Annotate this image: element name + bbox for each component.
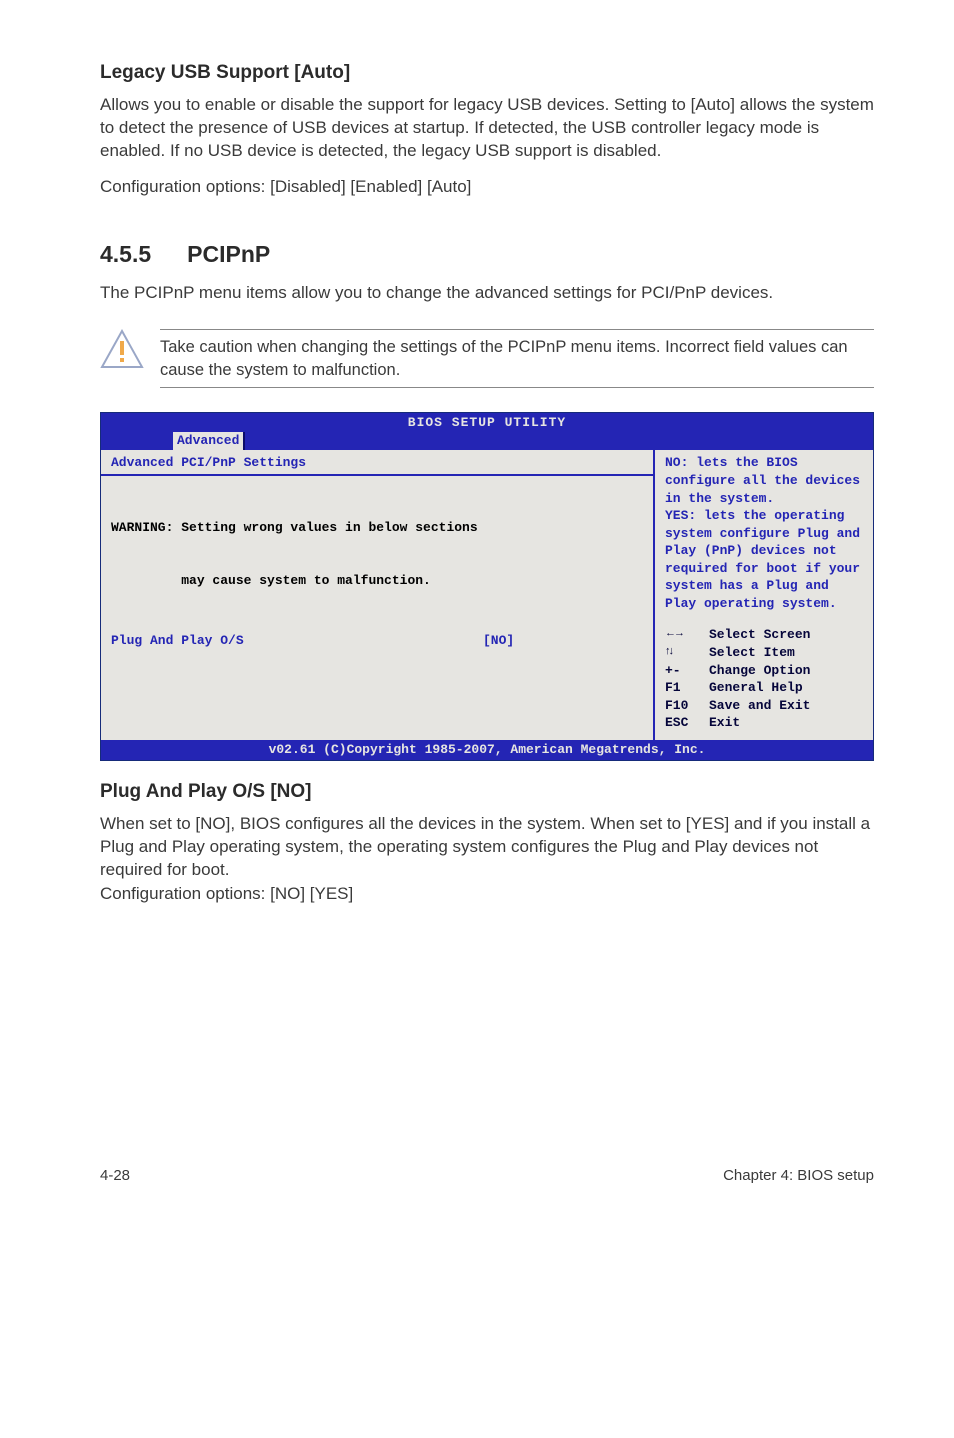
key-esc: ESC xyxy=(665,714,709,732)
section-header: 4.5.5 PCIPnP xyxy=(100,239,874,270)
bios-title: BIOS SETUP UTILITY xyxy=(101,413,873,433)
cfg-pnp-os: Configuration options: [NO] [YES] xyxy=(100,883,874,906)
key-f1: F1 xyxy=(665,679,709,697)
section-number: 4.5.5 xyxy=(100,239,151,270)
page-footer: 4-28 Chapter 4: BIOS setup xyxy=(100,1166,874,1186)
bios-key-legend: ←→Select Screen ↑↓Select Item +-Change O… xyxy=(665,626,865,731)
key-desc-change-option: Change Option xyxy=(709,662,810,680)
bios-panel-title: Advanced PCI/PnP Settings xyxy=(111,454,306,472)
key-desc-select-screen: Select Screen xyxy=(709,626,810,644)
warning-icon xyxy=(100,329,144,369)
bios-option-label: Plug And Play O/S xyxy=(111,632,483,650)
cfg-legacy-usb: Configuration options: [Disabled] [Enabl… xyxy=(100,176,874,199)
para-pnp-os: When set to [NO], BIOS configures all th… xyxy=(100,813,874,882)
bios-screenshot: BIOS SETUP UTILITY Advanced Advanced PCI… xyxy=(100,412,874,761)
bios-warning-1: WARNING: Setting wrong values in below s… xyxy=(111,519,643,537)
key-desc-exit: Exit xyxy=(709,714,740,732)
bios-option-row[interactable]: Plug And Play O/S [NO] xyxy=(111,632,643,650)
chapter-label: Chapter 4: BIOS setup xyxy=(723,1166,874,1186)
key-arrows-lr-icon: ←→ xyxy=(665,626,709,644)
heading-pnp-os: Plug And Play O/S [NO] xyxy=(100,779,874,805)
key-desc-select-item: Select Item xyxy=(709,644,795,662)
bios-warning-2: may cause system to malfunction. xyxy=(111,572,643,590)
bios-footer: v02.61 (C)Copyright 1985-2007, American … xyxy=(101,740,873,760)
key-plusminus: +- xyxy=(665,662,709,680)
caution-note: Take caution when changing the settings … xyxy=(100,329,874,388)
bios-tabs: Advanced xyxy=(101,432,873,450)
heading-legacy-usb: Legacy USB Support [Auto] xyxy=(100,60,874,86)
bios-left-pane: Advanced PCI/PnP Settings WARNING: Setti… xyxy=(101,450,655,740)
section-intro: The PCIPnP menu items allow you to chang… xyxy=(100,282,874,305)
key-desc-help: General Help xyxy=(709,679,803,697)
section-title: PCIPnP xyxy=(187,239,270,270)
tab-advanced[interactable]: Advanced xyxy=(173,432,245,450)
caution-text: Take caution when changing the settings … xyxy=(160,329,874,388)
bios-help-text: NO: lets the BIOS configure all the devi… xyxy=(665,454,865,626)
bios-option-value: [NO] xyxy=(483,632,643,650)
key-desc-save: Save and Exit xyxy=(709,697,810,715)
page-number: 4-28 xyxy=(100,1166,130,1186)
para-legacy-usb: Allows you to enable or disable the supp… xyxy=(100,94,874,163)
bios-help-pane: NO: lets the BIOS configure all the devi… xyxy=(655,450,873,740)
key-f10: F10 xyxy=(665,697,709,715)
key-arrows-ud-icon: ↑↓ xyxy=(665,644,709,662)
